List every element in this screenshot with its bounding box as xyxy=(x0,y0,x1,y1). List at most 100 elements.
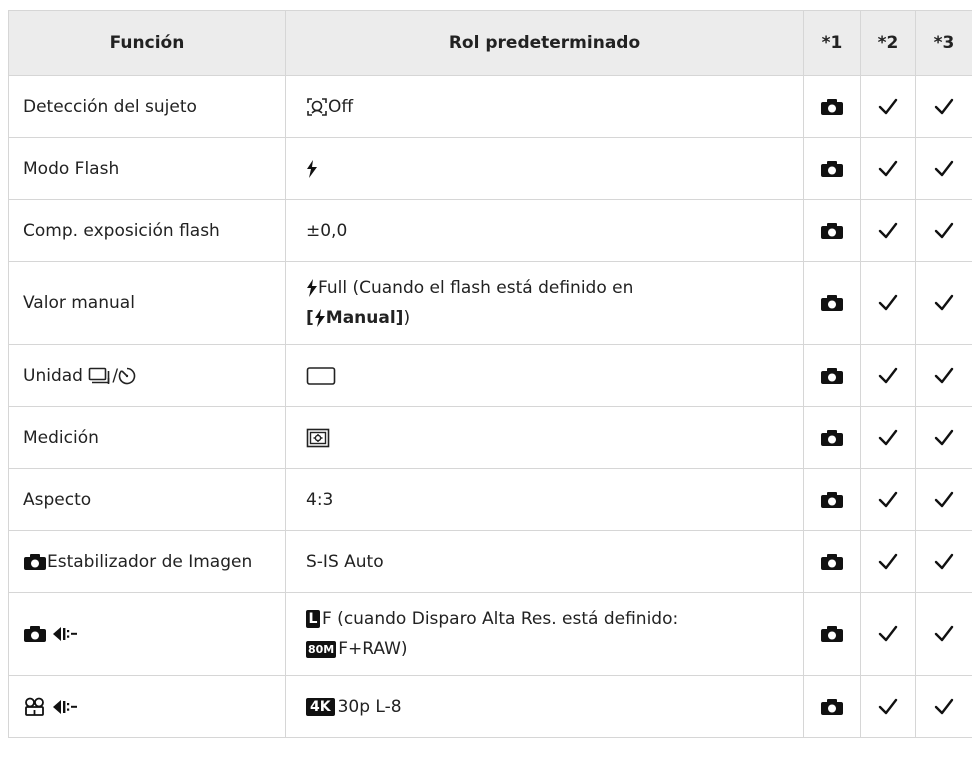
camera-icon xyxy=(24,626,46,642)
table-row: Comp. exposición flash ±0,0 xyxy=(8,199,972,262)
default-value-cell: Off xyxy=(285,75,804,138)
check-icon xyxy=(878,222,898,238)
default-value-line1: F (cuando Disparo Alta Res. está definid… xyxy=(322,609,679,629)
table-row: Detección del sujeto Off xyxy=(8,75,972,138)
header-note-3: *3 xyxy=(915,10,972,76)
function-cell: Medición xyxy=(8,406,286,469)
camera-icon xyxy=(821,429,843,446)
header-funcion: Función xyxy=(8,10,286,76)
mark-cell-1 xyxy=(803,75,861,138)
header-rol: Rol predeterminado xyxy=(285,10,804,76)
bracket-close: ) xyxy=(403,308,411,328)
function-label: Medición xyxy=(23,427,99,448)
4k-badge: 4K xyxy=(306,697,335,716)
flash-icon xyxy=(307,279,317,297)
mark-cell-1 xyxy=(803,592,861,676)
header-row: Función Rol predeterminado *1 *2 *3 xyxy=(8,10,972,76)
header-note-1: *1 xyxy=(803,10,861,76)
camera-icon xyxy=(24,553,46,570)
check-icon xyxy=(934,294,954,311)
mark-cell-1 xyxy=(803,261,861,345)
camera-icon xyxy=(821,553,843,570)
default-value: ±0,0 xyxy=(306,220,348,241)
mark-cell-3 xyxy=(915,530,972,593)
default-value: 4:3 xyxy=(306,489,334,510)
movie-icon xyxy=(25,697,44,716)
function-cell xyxy=(8,592,286,676)
table-row: LF (cuando Disparo Alta Res. está defini… xyxy=(8,592,972,676)
large-size-badge: L xyxy=(306,610,320,628)
mark-cell-1 xyxy=(803,406,861,469)
function-label: Valor manual xyxy=(23,293,135,313)
mark-cell-3 xyxy=(915,137,972,200)
check-icon xyxy=(878,367,898,383)
default-value-cell: 4:3 xyxy=(285,468,804,531)
mark-cell-1 xyxy=(803,675,861,738)
check-icon xyxy=(878,625,898,642)
mark-cell-2 xyxy=(860,344,916,407)
function-label: Estabilizador de Imagen xyxy=(47,551,253,572)
mark-cell-1 xyxy=(803,344,861,407)
check-icon xyxy=(878,160,898,176)
check-icon xyxy=(934,491,954,507)
function-label: Comp. exposición flash xyxy=(23,220,220,241)
function-label: Modo Flash xyxy=(23,158,120,179)
single-frame-icon xyxy=(306,366,336,385)
mark-cell-3 xyxy=(915,344,972,407)
mark-cell-3 xyxy=(915,675,972,738)
default-value: Off xyxy=(328,96,354,117)
mark-cell-2 xyxy=(860,675,916,738)
mark-cell-3 xyxy=(915,468,972,531)
self-timer-icon xyxy=(118,367,136,384)
image-quality-icon xyxy=(53,627,78,641)
manual-label: Manual] xyxy=(325,308,404,328)
default-value-cell: S-IS Auto xyxy=(285,530,804,593)
function-label: Unidad xyxy=(23,365,83,386)
flash-icon xyxy=(307,159,317,178)
mark-cell-2 xyxy=(860,137,916,200)
check-icon xyxy=(934,429,954,445)
mark-cell-2 xyxy=(860,75,916,138)
check-icon xyxy=(934,367,954,383)
table-row: Aspecto 4:3 xyxy=(8,468,972,531)
camera-icon xyxy=(821,626,843,642)
check-icon xyxy=(878,553,898,569)
function-cell: Estabilizador de Imagen xyxy=(8,530,286,593)
sequential-shooting-icon xyxy=(89,367,110,384)
check-icon xyxy=(878,429,898,445)
mark-cell-2 xyxy=(860,468,916,531)
default-value-cell xyxy=(285,137,804,200)
header-note-2: *2 xyxy=(860,10,916,76)
camera-icon xyxy=(821,222,843,239)
bracket-open: [ xyxy=(306,308,314,328)
mark-cell-2 xyxy=(860,199,916,262)
check-icon xyxy=(934,698,954,714)
function-label: Aspecto xyxy=(23,489,92,510)
mark-cell-1 xyxy=(803,468,861,531)
mark-cell-2 xyxy=(860,592,916,676)
function-cell: Unidad / xyxy=(8,344,286,407)
default-value-line2: F+RAW) xyxy=(338,639,408,659)
camera-icon xyxy=(821,698,843,715)
default-value-cell: ±0,0 xyxy=(285,199,804,262)
table-row: Modo Flash xyxy=(8,137,972,200)
mark-cell-3 xyxy=(915,199,972,262)
check-icon xyxy=(934,553,954,569)
mark-cell-2 xyxy=(860,530,916,593)
mark-cell-2 xyxy=(860,261,916,345)
camera-icon xyxy=(821,367,843,384)
function-cell: Comp. exposición flash xyxy=(8,199,286,262)
mark-cell-3 xyxy=(915,592,972,676)
camera-icon xyxy=(821,98,843,115)
table-row: 4K 30p L-8 xyxy=(8,675,972,738)
flash-icon xyxy=(314,309,325,327)
default-value-cell xyxy=(285,344,804,407)
table-row: Unidad / xyxy=(8,344,972,407)
table-row: Valor manual Full (Cuando el flash está … xyxy=(8,261,972,345)
mark-cell-1 xyxy=(803,199,861,262)
image-quality-icon xyxy=(53,699,78,714)
check-icon xyxy=(934,98,954,114)
function-cell: Detección del sujeto xyxy=(8,75,286,138)
function-cell: Modo Flash xyxy=(8,137,286,200)
default-value: S-IS Auto xyxy=(306,551,384,572)
